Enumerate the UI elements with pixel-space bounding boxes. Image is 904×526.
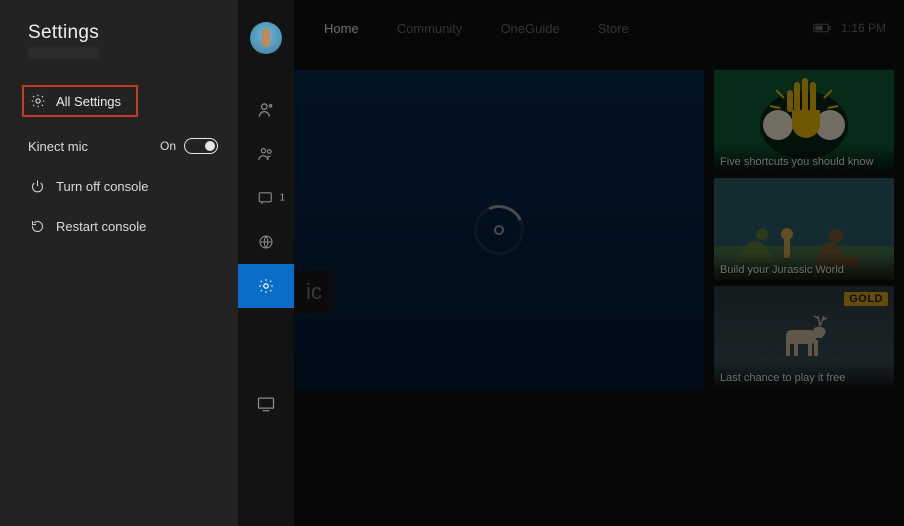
card-caption: Last chance to play it free (720, 372, 845, 384)
all-settings-label: All Settings (56, 94, 121, 109)
turn-off-label: Turn off console (56, 179, 149, 194)
hero-tile[interactable] (294, 70, 704, 390)
nav-store[interactable]: Store (598, 21, 629, 36)
hero-overlay-text: ic (294, 270, 334, 314)
restart-icon (28, 219, 46, 234)
kinect-toggle-state: On (160, 139, 176, 153)
nav-oneguide[interactable]: OneGuide (500, 21, 559, 36)
rail-friends[interactable] (238, 88, 294, 132)
rail-messages[interactable]: 1 (238, 176, 294, 220)
nav-community[interactable]: Community (397, 21, 463, 36)
nav-home[interactable]: Home (324, 21, 359, 36)
main-area: Home Community OneGuide Store 1:16 PM (294, 0, 904, 526)
nav-rail: 1 (238, 0, 294, 526)
loading-spinner-icon (467, 198, 531, 262)
kinect-toggle[interactable] (184, 138, 218, 154)
top-nav: Home Community OneGuide Store 1:16 PM (294, 0, 904, 56)
promo-card-gold[interactable]: GOLD (714, 286, 894, 388)
kinect-mic-label: Kinect mic (28, 139, 88, 154)
rail-web[interactable] (238, 220, 294, 264)
messages-badge: 1 (279, 193, 285, 204)
rail-tv[interactable] (238, 382, 294, 426)
rail-party[interactable] (238, 132, 294, 176)
battery-icon (813, 23, 831, 33)
settings-subtitle-blur (28, 47, 98, 59)
content-area: Five shortcuts you should know (294, 70, 894, 390)
power-icon (28, 179, 46, 194)
restart-label: Restart console (56, 219, 146, 234)
gear-icon (30, 93, 46, 109)
settings-title: Settings (0, 22, 238, 44)
turn-off-console-row[interactable]: Turn off console (0, 173, 238, 199)
promo-card-shortcuts[interactable]: Five shortcuts you should know (714, 70, 894, 172)
settings-panel: Settings All Settings Kinect mic On (0, 0, 238, 526)
profile-avatar[interactable] (250, 22, 282, 54)
all-settings-button[interactable]: All Settings (22, 85, 138, 117)
gold-badge: GOLD (844, 292, 888, 306)
card-caption: Build your Jurassic World (720, 264, 844, 276)
promo-card-jurassic[interactable]: Build your Jurassic World (714, 178, 894, 280)
card-caption: Five shortcuts you should know (720, 156, 873, 168)
dashboard-root: Settings All Settings Kinect mic On (0, 0, 904, 526)
rail-settings[interactable] (238, 264, 294, 308)
restart-console-row[interactable]: Restart console (0, 213, 238, 239)
kinect-mic-row[interactable]: Kinect mic On (0, 133, 238, 159)
clock-time: 1:16 PM (841, 21, 886, 35)
